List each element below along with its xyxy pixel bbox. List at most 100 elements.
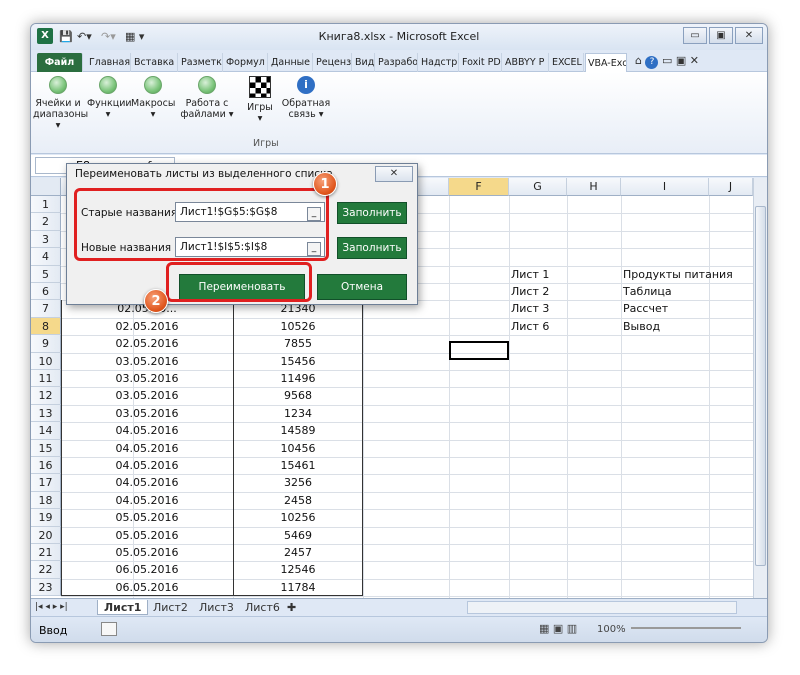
row-header[interactable]: 17 — [31, 474, 61, 492]
scroll-thumb[interactable] — [755, 206, 766, 566]
macro-record-icon[interactable] — [101, 622, 117, 636]
tab-data[interactable]: Данные — [269, 53, 313, 72]
value-cell[interactable]: 7855 — [233, 335, 363, 353]
tab-vba-excel[interactable]: VBA-Exc — [585, 53, 627, 72]
old-name-cell[interactable]: Лист 6 — [511, 318, 549, 336]
row-header[interactable]: 7 — [31, 300, 61, 318]
old-name-cell[interactable]: Лист 3 — [511, 300, 549, 318]
help-icon[interactable]: ⌂ ? ▭ ▣ ✕ — [635, 53, 699, 69]
tab-abbyy[interactable]: ABBYY P — [503, 53, 549, 72]
row-header[interactable]: 22 — [31, 561, 61, 579]
value-cell[interactable]: 1234 — [233, 405, 363, 423]
minimize-button[interactable]: ▭ — [683, 27, 707, 44]
date-cell[interactable]: 04.05.2016 — [61, 492, 233, 510]
column-header[interactable]: I — [621, 178, 709, 196]
select-all-corner[interactable] — [31, 178, 61, 196]
tab-insert[interactable]: Вставка — [132, 53, 178, 72]
tab-layout[interactable]: Разметк — [179, 53, 223, 72]
new-name-cell[interactable]: Продукты питания — [623, 266, 733, 284]
games-button[interactable]: Игры ▾ — [243, 76, 277, 124]
row-header[interactable]: 23 — [31, 578, 61, 597]
fill-old-button[interactable]: Заполнить — [337, 202, 407, 224]
date-cell[interactable]: 03.05.2016 — [61, 405, 233, 423]
functions-button[interactable]: Функции ▾ — [87, 76, 132, 120]
sheet-nav-icon[interactable]: |◂ ◂ ▸ ▸| — [35, 600, 68, 615]
tab-addins[interactable]: Надстр — [419, 53, 459, 72]
date-cell[interactable]: 06.05.2016 — [61, 579, 233, 597]
tab-developer[interactable]: Разрабо — [376, 53, 418, 72]
value-cell[interactable]: 10456 — [233, 440, 363, 458]
tab-file[interactable]: Файл — [37, 53, 83, 72]
row-header[interactable]: 13 — [31, 404, 61, 423]
view-buttons-icon[interactable]: ▦ ▣ ▥ — [539, 622, 577, 635]
value-cell[interactable]: 3256 — [233, 474, 363, 492]
row-header[interactable]: 19 — [31, 509, 61, 527]
row-header[interactable]: 15 — [31, 439, 61, 457]
zoom-slider[interactable] — [631, 627, 741, 629]
date-cell[interactable]: 03.05.2016 — [61, 370, 233, 388]
value-cell[interactable]: 5469 — [233, 527, 363, 545]
tab-foxit[interactable]: Foxit PD — [460, 53, 502, 72]
row-header[interactable]: 18 — [31, 491, 61, 510]
cells-ranges-button[interactable]: Ячейки и диапазоны ▾ — [33, 76, 88, 131]
maximize-button[interactable]: ▣ — [709, 27, 733, 44]
insert-sheet-icon[interactable]: ✚ — [287, 600, 296, 615]
column-header[interactable]: H — [567, 178, 621, 196]
tab-formulas[interactable]: Формул — [224, 53, 268, 72]
value-cell[interactable]: 2457 — [233, 544, 363, 562]
macros-button[interactable]: Макросы ▾ — [131, 76, 175, 120]
row-header[interactable]: 4 — [31, 248, 61, 266]
row-header[interactable]: 20 — [31, 526, 61, 544]
row-header[interactable]: 6 — [31, 283, 61, 301]
work-files-button[interactable]: Работа с файлами ▾ — [179, 76, 235, 120]
sheet-tab-1[interactable]: Лист1 — [97, 600, 149, 615]
value-cell[interactable]: 12546 — [233, 561, 363, 579]
fill-new-button[interactable]: Заполнить — [337, 237, 407, 259]
tab-home[interactable]: Главная — [87, 53, 131, 72]
value-cell[interactable]: 9568 — [233, 387, 363, 405]
value-cell[interactable]: 10526 — [233, 318, 363, 336]
close-button[interactable]: ✕ — [735, 27, 763, 44]
date-cell[interactable]: 05.05.2016 — [61, 544, 233, 562]
date-cell[interactable]: 03.05.2016 — [61, 353, 233, 371]
row-header[interactable]: 2 — [31, 213, 61, 231]
tab-review[interactable]: Реценз — [314, 53, 352, 72]
new-name-cell[interactable]: Вывод — [623, 318, 660, 336]
row-header[interactable]: 14 — [31, 422, 61, 440]
dialog-close-button[interactable]: ✕ — [375, 166, 413, 182]
sheet-tab-2[interactable]: Лист2 — [147, 600, 194, 615]
row-header[interactable]: 9 — [31, 335, 61, 353]
date-cell[interactable]: 04.05.2016 — [61, 474, 233, 492]
old-name-cell[interactable]: Лист 1 — [511, 266, 549, 284]
row-header[interactable]: 16 — [31, 457, 61, 475]
date-cell[interactable]: 04.05.2016 — [61, 422, 233, 440]
sheet-tab-3[interactable]: Лист3 — [193, 600, 240, 615]
old-name-cell[interactable]: Лист 2 — [511, 283, 549, 301]
date-cell[interactable]: 04.05.2016 — [61, 440, 233, 458]
new-name-cell[interactable]: Рассчет — [623, 300, 668, 318]
date-cell[interactable]: 06.05.2016 — [61, 561, 233, 579]
date-cell[interactable]: 04.05.2016 — [61, 457, 233, 475]
date-cell[interactable]: 03.05.2016 — [61, 387, 233, 405]
date-cell[interactable]: 05.05.2016 — [61, 527, 233, 545]
column-header[interactable]: G — [509, 178, 567, 196]
active-cell-e8[interactable] — [449, 341, 509, 360]
column-header[interactable]: J — [709, 178, 753, 196]
horizontal-scrollbar[interactable] — [467, 601, 737, 614]
tab-excel[interactable]: EXCEL — [550, 53, 584, 72]
value-cell[interactable]: 15456 — [233, 353, 363, 371]
row-header[interactable]: 5 — [31, 265, 61, 283]
date-cell[interactable]: 02.05.2016 — [61, 318, 233, 336]
column-header[interactable]: F — [449, 178, 509, 196]
tab-view[interactable]: Вид — [353, 53, 375, 72]
row-header[interactable]: 3 — [31, 230, 61, 249]
row-header[interactable]: 11 — [31, 370, 61, 388]
vertical-scrollbar[interactable] — [753, 178, 767, 598]
cancel-button[interactable]: Отмена — [317, 274, 407, 300]
value-cell[interactable]: 11496 — [233, 370, 363, 388]
row-header[interactable]: 10 — [31, 352, 61, 370]
row-header[interactable]: 12 — [31, 387, 61, 405]
row-header[interactable]: 8 — [31, 317, 61, 336]
row-header[interactable]: 1 — [31, 196, 61, 214]
value-cell[interactable]: 11784 — [233, 579, 363, 597]
